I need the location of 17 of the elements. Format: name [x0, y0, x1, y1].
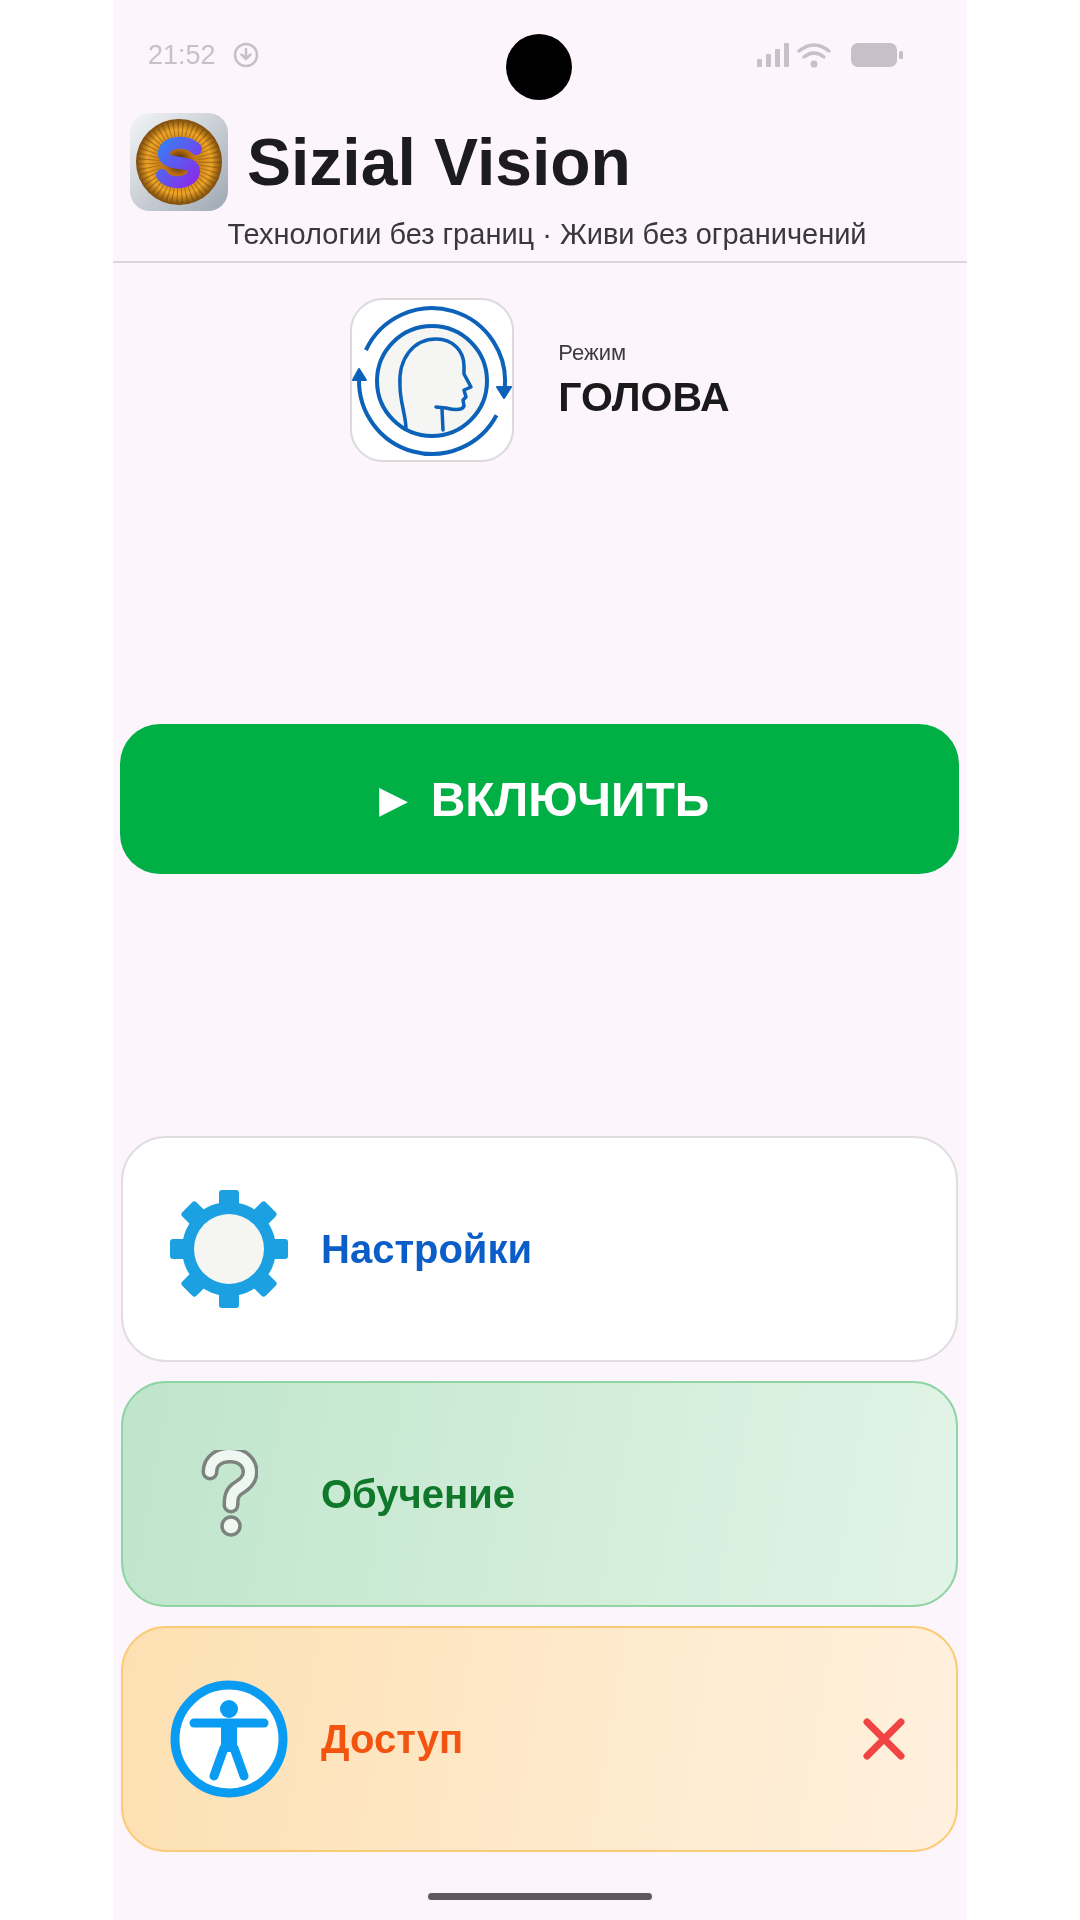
- access-button[interactable]: Доступ: [121, 1626, 958, 1852]
- mode-value: ГОЛОВА: [558, 373, 730, 421]
- download-icon: [232, 42, 259, 68]
- app-title: Sizial Vision: [247, 124, 631, 200]
- accessibility-icon: [170, 1680, 288, 1798]
- signal-icon: [757, 43, 789, 67]
- settings-icon: [170, 1190, 288, 1308]
- app-subtitle: Технологии без границ · Живи без ограничений: [227, 217, 867, 251]
- question-icon: [200, 1450, 258, 1538]
- start-button[interactable]: ► ВКЛЮЧИТЬ: [120, 724, 959, 874]
- battery-icon: [851, 43, 903, 67]
- mode-label: Режим: [558, 339, 628, 366]
- head-rotation-icon: [350, 298, 515, 462]
- wifi-icon: [797, 42, 831, 68]
- settings-button[interactable]: Настройки: [121, 1136, 958, 1362]
- tutorial-button[interactable]: Обучение: [121, 1381, 958, 1607]
- eye-logo-icon: [130, 113, 228, 211]
